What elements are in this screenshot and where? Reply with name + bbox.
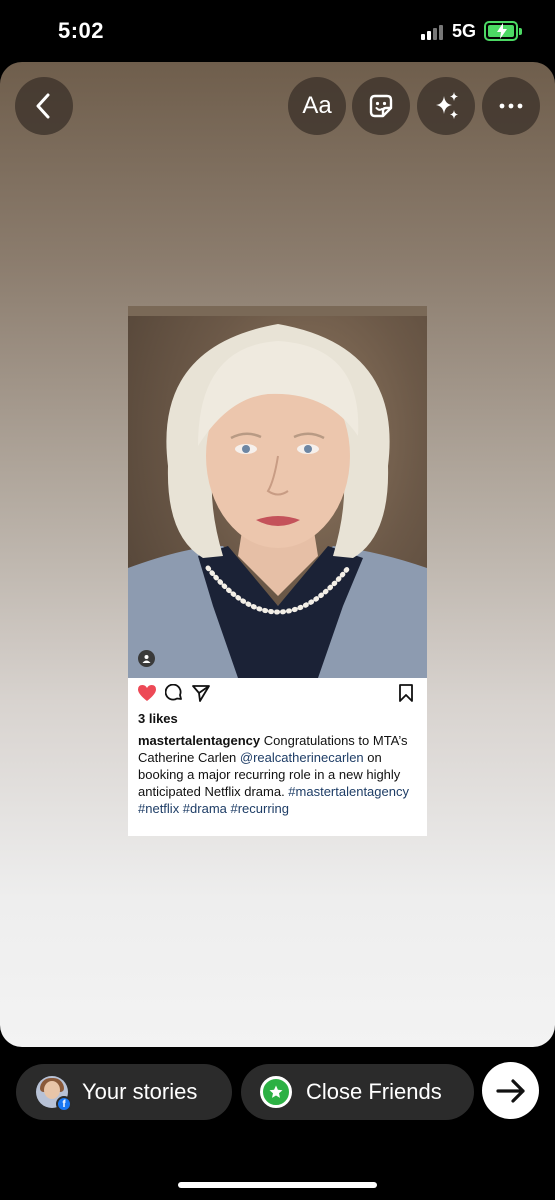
text-tool-button[interactable]: Aa (288, 77, 346, 135)
post-username[interactable]: mastertalentagency (138, 733, 260, 748)
story-canvas[interactable]: Aa 3 likes mastertalentagency Congratula… (0, 62, 555, 1047)
back-button[interactable] (15, 77, 73, 135)
effects-button[interactable] (417, 77, 475, 135)
your-stories-label: Your stories (82, 1079, 198, 1104)
back-icon (36, 93, 50, 119)
close-friends-label: Close Friends (306, 1079, 442, 1104)
sparkles-icon (436, 92, 458, 119)
tag-user-icon[interactable] (138, 650, 155, 667)
arrow-right-icon (495, 1078, 525, 1103)
your-stories-button[interactable]: f Your stories (16, 1064, 232, 1120)
bookmark-icon[interactable] (399, 684, 413, 702)
sticker-button[interactable] (352, 77, 410, 135)
text-tool-label: Aa (302, 92, 332, 119)
status-bar: 5:02 5G (0, 0, 555, 60)
post-photo (128, 306, 427, 678)
heart-icon[interactable] (137, 684, 157, 702)
likes-count: 3 likes (138, 711, 178, 726)
sticker-icon (369, 94, 393, 118)
facebook-icon: f (56, 1096, 72, 1112)
network-label: 5G (452, 21, 477, 41)
more-icon (499, 103, 523, 109)
battery-icon (484, 21, 522, 41)
shared-post[interactable]: 3 likes mastertalentagency Congratulatio… (128, 306, 427, 836)
close-friends-button[interactable]: Close Friends (241, 1064, 474, 1120)
status-time: 5:02 (58, 18, 105, 43)
signal-icon (421, 24, 447, 40)
home-indicator[interactable] (178, 1182, 377, 1188)
more-options-button[interactable] (482, 77, 540, 135)
mention-link[interactable]: @realcatherinecarlen (240, 750, 364, 765)
share-icon[interactable] (192, 684, 210, 702)
post-actions (128, 684, 427, 706)
comment-icon[interactable] (165, 684, 183, 702)
post-caption: mastertalentagency Congratulations to MT… (138, 732, 420, 817)
avatar: f (36, 1076, 72, 1112)
star-icon (260, 1076, 292, 1108)
share-next-button[interactable] (482, 1062, 539, 1119)
